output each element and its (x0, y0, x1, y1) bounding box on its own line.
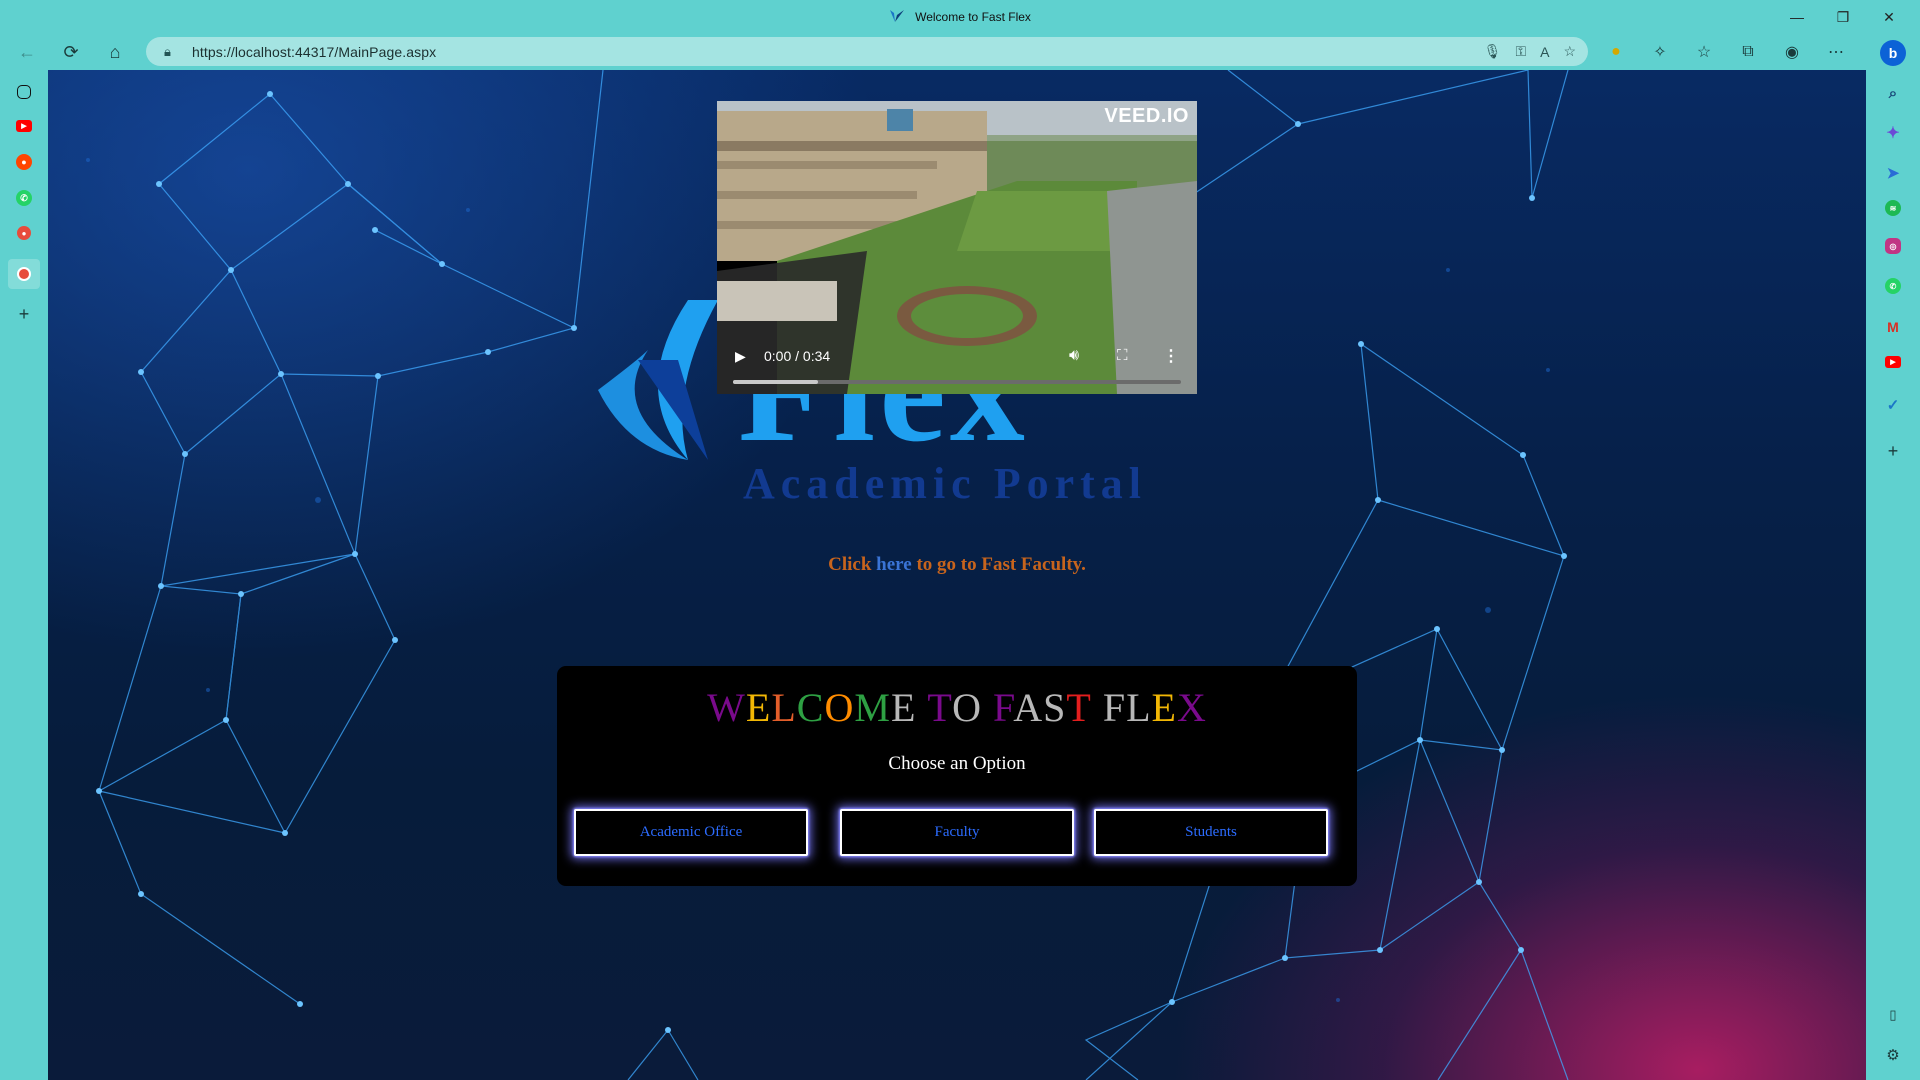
welcome-letter: M (854, 685, 891, 730)
academic-office-button[interactable]: Academic Office (574, 809, 808, 856)
key-icon[interactable]: ⚿ (1515, 43, 1526, 60)
gmail-icon[interactable]: M (1882, 316, 1904, 338)
faculty-link-line: Click here to go to Fast Faculty. (48, 554, 1866, 576)
home-icon[interactable]: ⌂ (96, 36, 134, 68)
tab-actions-icon[interactable] (17, 85, 31, 99)
whatsapp-icon[interactable]: ✆ (16, 190, 32, 206)
extensions-icon[interactable]: ✧ (1638, 34, 1682, 70)
title-bar: Welcome to Fast Flex — ❐ ✕ (0, 0, 1920, 34)
right-sidebar: b ⌕ ✦ ➤ ≋ ◎ ✆ M ▶ ✓ + ▯ ⚙ (1866, 34, 1920, 1080)
welcome-letter: A (1013, 685, 1044, 730)
add-tab-icon[interactable]: + (12, 302, 36, 326)
welcome-letter: E (890, 685, 917, 730)
restore-button[interactable]: ❐ (1820, 0, 1866, 34)
url-text[interactable]: https://localhost:44317/MainPage.aspx (192, 44, 436, 60)
hide-sidebar-icon[interactable]: ▯ (1882, 1004, 1904, 1026)
instagram-icon[interactable]: ◎ (1885, 238, 1901, 254)
students-button[interactable]: Students (1094, 809, 1328, 856)
extension-coin-icon[interactable]: ● (1594, 34, 1638, 70)
close-window-button[interactable]: ✕ (1866, 0, 1912, 34)
video-player[interactable]: VEED.IO ▶ 0:00 / 0:34 🔊︎ ⛶ ⋮ (717, 101, 1197, 394)
page-content: Flex Academic Portal VEED.IO ▶ 0:00 / 0:… (48, 70, 1866, 1080)
collections-icon[interactable]: ⧉ (1726, 34, 1770, 70)
video-time: 0:00 / 0:34 (764, 348, 831, 364)
bing-chat-icon[interactable]: b (1880, 40, 1906, 66)
welcome-letter: O (824, 685, 855, 730)
here-link[interactable]: here (876, 554, 912, 575)
link-suffix: to go to Fast Faculty. (911, 554, 1086, 575)
welcome-letter: X (1176, 685, 1207, 730)
window-title: Welcome to Fast Flex (915, 10, 1031, 24)
minimize-button[interactable]: — (1774, 0, 1820, 34)
shapes-icon[interactable]: ✦ (1882, 122, 1904, 144)
welcome-letter: C (796, 685, 825, 730)
welcome-letter: T (927, 685, 953, 730)
more-menu-icon[interactable]: ⋯ (1814, 34, 1858, 70)
youtube-icon[interactable]: ▶ (16, 120, 32, 132)
reddit-icon[interactable]: ● (16, 154, 32, 170)
play-icon[interactable]: ▶ (735, 348, 746, 365)
welcome-letter: L (1126, 685, 1152, 730)
refresh-icon[interactable]: ⟳ (52, 36, 90, 68)
welcome-letter: F (992, 685, 1014, 730)
welcome-letter: F (1102, 685, 1127, 730)
sidebar-settings-gear-icon[interactable]: ⚙ (1882, 1044, 1904, 1066)
welcome-letter (982, 685, 993, 730)
youtube-sidebar-icon[interactable]: ▶ (1885, 356, 1901, 368)
search-icon[interactable]: ⌕ (1882, 82, 1904, 104)
profile-avatar[interactable]: ◉ (1770, 34, 1814, 70)
spotify-icon[interactable]: ≋ (1885, 200, 1901, 216)
back-arrow-icon[interactable]: ← (8, 36, 46, 68)
left-sidebar: ▶ ● ✆ ● + (0, 70, 48, 1080)
whatsapp-sidebar-icon[interactable]: ✆ (1885, 278, 1901, 294)
welcome-letter (1092, 685, 1103, 730)
favorites-icon[interactable]: ☆ (1682, 34, 1726, 70)
welcome-letter: W (707, 685, 746, 730)
volume-icon[interactable]: 🔊︎ (1069, 347, 1079, 365)
lock-icon[interactable]: 🔒︎ (164, 44, 180, 60)
welcome-letter: L (771, 685, 797, 730)
welcome-letter: E (745, 685, 772, 730)
logo-subtitle: Academic Portal (743, 459, 1147, 508)
welcome-letter: S (1043, 685, 1067, 730)
send-icon[interactable]: ➤ (1882, 162, 1904, 184)
link-prefix: Click (828, 554, 877, 575)
video-watermark: VEED.IO (1104, 105, 1189, 127)
welcome-letter: T (1066, 685, 1092, 730)
site-favicon-icon (889, 9, 905, 26)
microphone-icon[interactable]: 🎙︎ (1484, 43, 1502, 60)
video-progress-fill (733, 380, 819, 384)
active-tab-record[interactable] (8, 259, 40, 289)
read-aloud-icon[interactable]: A (1540, 44, 1549, 60)
options-panel: WELCOME TO FAST FLEX Choose an Option Ac… (557, 666, 1357, 886)
choose-option-label: Choose an Option (888, 753, 1026, 774)
browser-toolbar: ← ⟳ ⌂ 🔒︎ https://localhost:44317/MainPag… (0, 34, 1920, 70)
faculty-button[interactable]: Faculty (840, 809, 1074, 856)
fullscreen-icon[interactable]: ⛶ (1117, 347, 1128, 364)
add-favorite-icon[interactable]: ☆ (1563, 43, 1576, 60)
add-sidebar-app-icon[interactable]: + (1882, 440, 1904, 462)
video-more-icon[interactable]: ⋮ (1163, 346, 1179, 366)
welcome-letter: E (1151, 685, 1177, 730)
welcome-heading: WELCOME TO FAST FLEX (557, 684, 1357, 731)
welcome-letter: O (952, 685, 982, 730)
video-progress-bar[interactable] (733, 380, 1181, 384)
video-controls: ▶ 0:00 / 0:34 🔊︎ ⛶ ⋮ (717, 338, 1197, 394)
flex-sidebar-icon[interactable]: ✓ (1882, 394, 1904, 416)
address-bar[interactable]: 🔒︎ https://localhost:44317/MainPage.aspx… (146, 37, 1588, 66)
record-icon[interactable]: ● (17, 226, 31, 240)
welcome-letter (916, 685, 927, 730)
